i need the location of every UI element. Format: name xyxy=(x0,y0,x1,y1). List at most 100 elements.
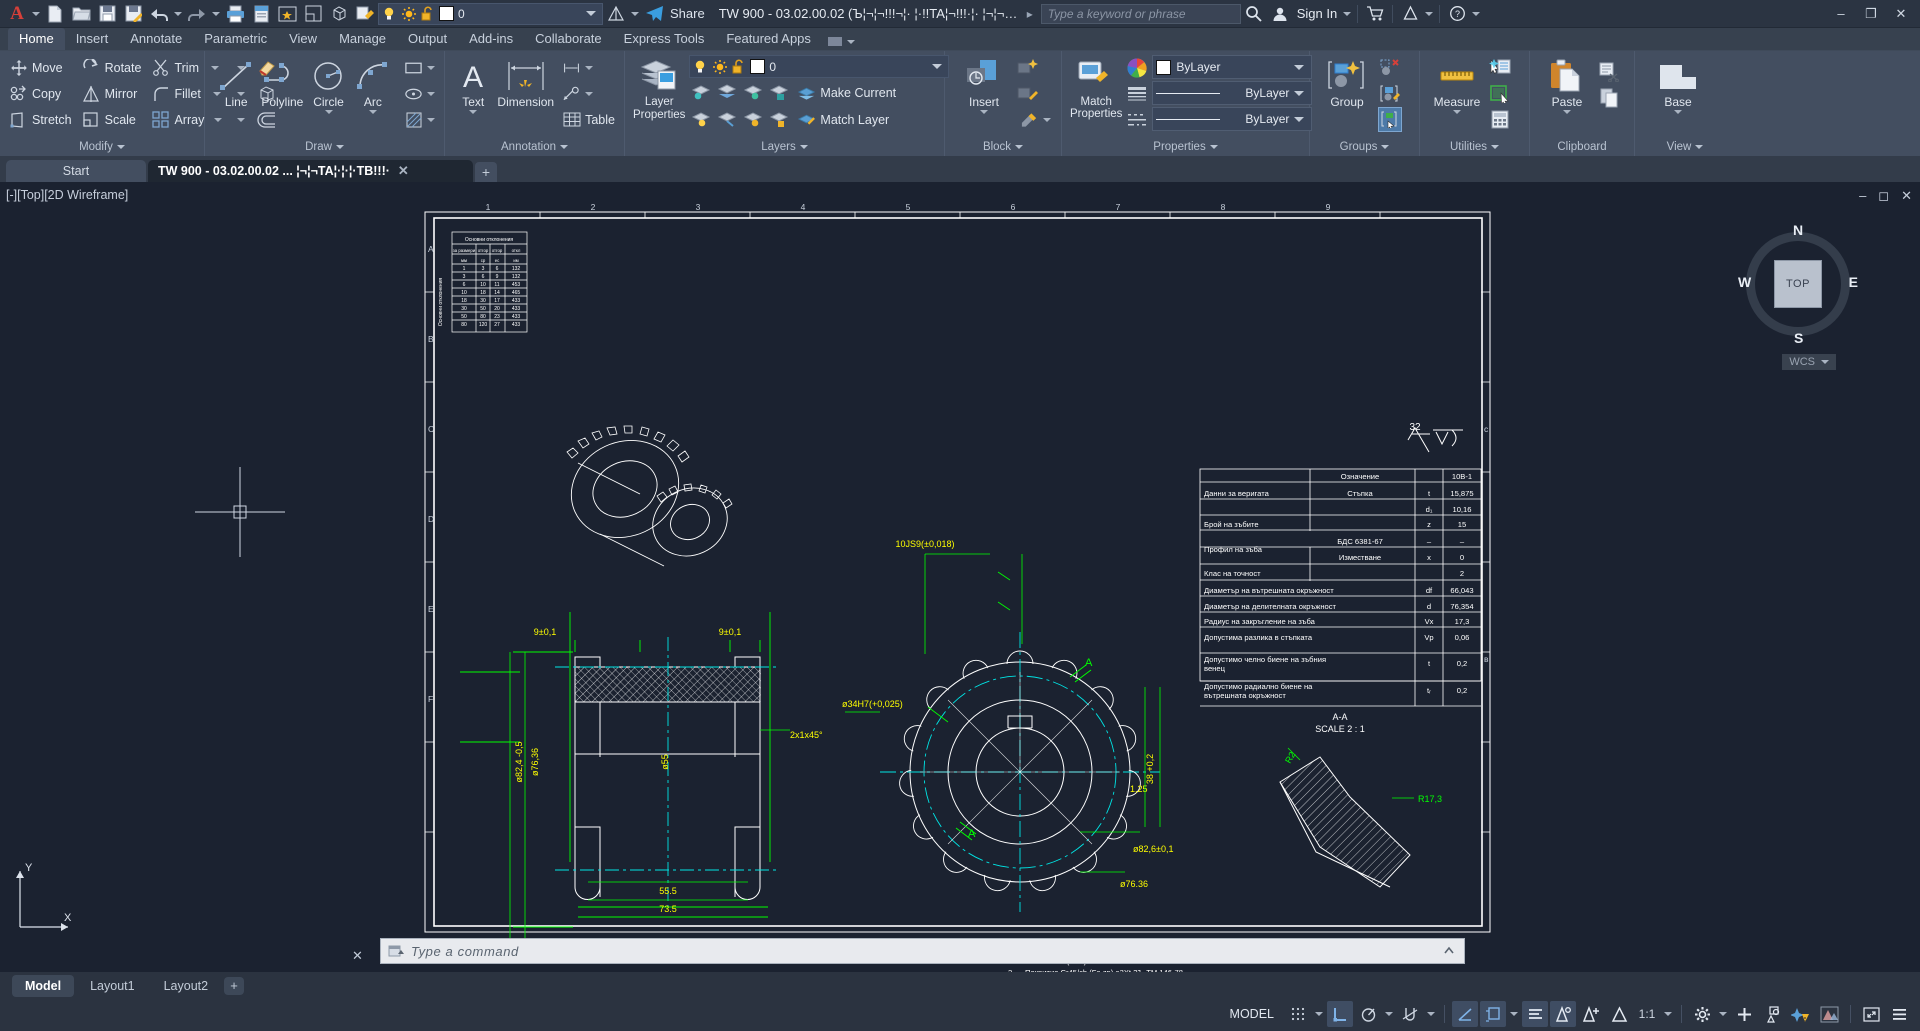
performance-icon[interactable] xyxy=(1816,1001,1843,1027)
new-icon[interactable] xyxy=(42,2,68,26)
lineweight-selector[interactable]: ByLayer xyxy=(1152,81,1313,105)
snap-mode-icon[interactable] xyxy=(1327,1001,1353,1027)
annotation-monitor-status-icon[interactable] xyxy=(1606,1001,1632,1027)
close-icon[interactable]: ✕ xyxy=(398,163,409,179)
ellipse-dropdown-icon[interactable] xyxy=(427,91,436,96)
color-selector[interactable]: ByLayer xyxy=(1152,55,1313,79)
dynamic-ucs-icon[interactable] xyxy=(1480,1001,1506,1027)
layer-on-all-icon[interactable] xyxy=(689,107,713,132)
save-icon[interactable] xyxy=(94,2,120,26)
ortho-mode-icon[interactable] xyxy=(1452,1001,1478,1027)
file-tab-start[interactable]: Start xyxy=(6,160,146,182)
search-input[interactable]: Type a keyword or phrase xyxy=(1040,3,1241,24)
dynamic-ucs-dropdown-icon[interactable] xyxy=(1508,1001,1520,1027)
annotation-scale-value[interactable]: 1:1 xyxy=(1634,1001,1660,1027)
help-icon[interactable]: ? xyxy=(1444,2,1470,26)
group-edit-icon[interactable] xyxy=(1378,81,1402,106)
layout-tab-layout1[interactable]: Layout1 xyxy=(77,975,147,997)
undo-dropdown-icon[interactable] xyxy=(172,2,184,26)
grid-display-icon[interactable] xyxy=(1285,1001,1311,1027)
grid-dropdown-icon[interactable] xyxy=(1313,1001,1325,1027)
sign-in-dropdown-icon[interactable] xyxy=(1341,2,1353,26)
model-space-button[interactable]: MODEL xyxy=(1221,1001,1283,1027)
panel-title-modify[interactable]: Modify xyxy=(0,137,204,156)
autodesk-app-icon[interactable] xyxy=(1397,2,1423,26)
autoscale-icon[interactable] xyxy=(1550,1001,1576,1027)
file-tab-drawing[interactable]: TW 900 - 03.02.00.02 ... ¦¬¦¬TA¦·¦·¦·TB!… xyxy=(148,160,473,182)
annotation-scale-dropdown-icon[interactable] xyxy=(1662,1001,1674,1027)
search-icon[interactable] xyxy=(1241,2,1267,26)
match-properties-button[interactable]: Match Properties xyxy=(1070,55,1122,122)
quick-select-icon[interactable] xyxy=(1488,55,1512,80)
layer-unisolate-icon[interactable] xyxy=(741,80,765,105)
new-tab-button[interactable]: + xyxy=(475,162,497,182)
polar-dropdown-icon[interactable] xyxy=(1383,1001,1395,1027)
tab-manage[interactable]: Manage xyxy=(328,28,397,50)
annotation-visibility-icon[interactable] xyxy=(1522,1001,1548,1027)
arc-dropdown-icon[interactable] xyxy=(368,110,377,114)
base-dropdown-icon[interactable] xyxy=(1674,110,1682,114)
insert-block-button[interactable]: Insert xyxy=(955,55,1013,116)
panel-title-properties[interactable]: Properties xyxy=(1062,137,1309,156)
chevron-down-icon[interactable] xyxy=(1294,90,1305,96)
move-button[interactable]: Move xyxy=(5,55,76,80)
hatch-dropdown-icon[interactable] xyxy=(427,117,436,122)
layer-state-icon[interactable] xyxy=(352,2,378,26)
copy-button[interactable]: Copy xyxy=(5,81,76,106)
command-expand-icon[interactable] xyxy=(1438,941,1460,961)
linear-dimension-button[interactable] xyxy=(558,55,619,80)
open-icon[interactable] xyxy=(68,2,94,26)
tab-home[interactable]: Home xyxy=(8,28,65,50)
group-selection-icon[interactable] xyxy=(1378,107,1402,132)
lineweight-icon[interactable] xyxy=(1125,81,1149,106)
layer-isolate-icon[interactable] xyxy=(689,80,713,105)
tab-featured-apps[interactable]: Featured Apps xyxy=(715,28,822,50)
hardware-acceleration-icon[interactable] xyxy=(1787,1001,1814,1027)
panel-title-draw[interactable]: Draw xyxy=(205,137,444,156)
panel-title-view[interactable]: View xyxy=(1635,137,1735,156)
measure-dropdown-icon[interactable] xyxy=(1453,110,1461,114)
panel-title-block[interactable]: Block xyxy=(945,137,1061,156)
panel-title-annotation[interactable]: Annotation xyxy=(445,137,624,156)
paste-button[interactable]: Paste xyxy=(1538,55,1596,116)
panel-title-clipboard[interactable]: Clipboard xyxy=(1530,137,1634,156)
chevron-down-icon[interactable] xyxy=(932,64,943,69)
undo-icon[interactable] xyxy=(146,2,172,26)
panel-title-layers[interactable]: Layers xyxy=(625,137,944,156)
match-layer-button[interactable]: Match Layer xyxy=(793,107,893,132)
edit-block-icon[interactable] xyxy=(1016,81,1040,106)
chevron-down-icon[interactable] xyxy=(1294,116,1305,122)
command-history-icon[interactable] xyxy=(385,941,407,961)
close-button[interactable]: ✕ xyxy=(1886,0,1916,28)
chevron-down-icon[interactable] xyxy=(586,11,596,16)
leader-button[interactable] xyxy=(558,81,619,106)
calculator-icon[interactable] xyxy=(1488,107,1512,132)
polyline-button[interactable]: Polyline xyxy=(261,55,303,111)
user-icon[interactable] xyxy=(1267,2,1293,26)
base-button[interactable]: Base xyxy=(1649,55,1707,116)
ribbon-overflow-button[interactable] xyxy=(822,33,861,50)
plot-preview-icon[interactable] xyxy=(248,2,274,26)
workspace-switching-icon[interactable] xyxy=(1689,1001,1715,1027)
circle-dropdown-icon[interactable] xyxy=(324,110,333,114)
paste-dropdown-icon[interactable] xyxy=(1563,110,1571,114)
3d-solid-icon[interactable] xyxy=(326,2,352,26)
batch-plot-icon[interactable] xyxy=(274,2,300,26)
autodesk-app-dropdown-icon[interactable] xyxy=(1423,2,1435,26)
text-button[interactable]: A Text xyxy=(453,55,493,116)
scale-button[interactable]: Scale xyxy=(78,107,146,132)
linetype-icon[interactable] xyxy=(1125,107,1149,132)
rectangle-button[interactable] xyxy=(400,55,439,80)
object-snap-icon[interactable] xyxy=(1397,1001,1423,1027)
ellipse-button[interactable] xyxy=(400,81,439,106)
command-close-icon[interactable]: ✕ xyxy=(352,948,363,964)
panel-title-utilities[interactable]: Utilities xyxy=(1420,137,1529,156)
block-attributes-dropdown-icon[interactable] xyxy=(1043,117,1051,122)
block-attributes-button[interactable] xyxy=(1016,107,1055,132)
application-menu-icon[interactable]: A xyxy=(4,2,30,26)
polar-tracking-icon[interactable] xyxy=(1355,1001,1381,1027)
redo-dropdown-icon[interactable] xyxy=(210,2,222,26)
copy-clip-icon[interactable] xyxy=(1598,85,1622,110)
mirror-button[interactable]: Mirror xyxy=(78,81,146,106)
new-layout-button[interactable]: + xyxy=(224,976,245,995)
